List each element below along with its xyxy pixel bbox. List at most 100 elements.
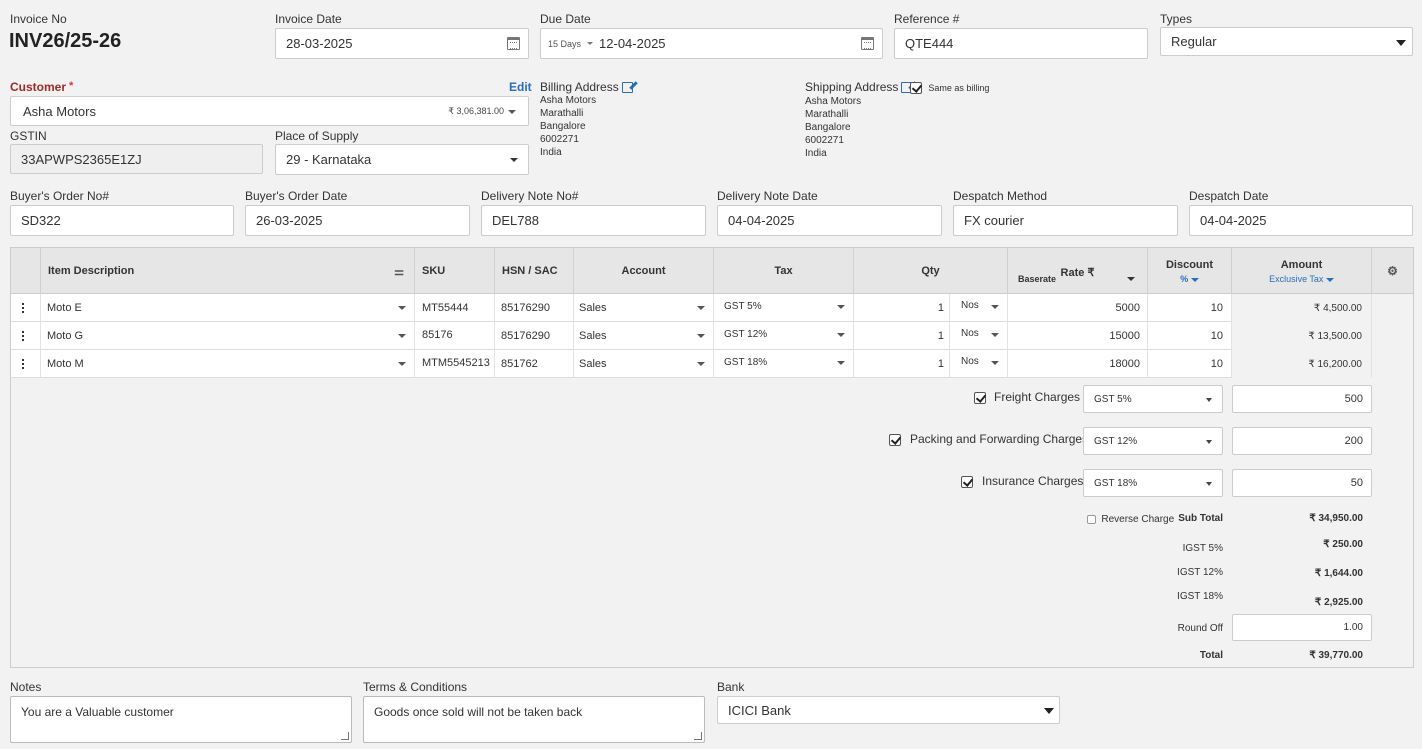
shipping-address: Asha Motors Marathalli Bangalore 6002271… [805, 96, 862, 159]
tax-select[interactable]: GST 5% [714, 294, 854, 322]
tax-select[interactable]: GST 12% [714, 322, 854, 350]
col-sku: SKU [415, 248, 495, 294]
qty-input[interactable]: 1 [854, 294, 950, 322]
gstin-label: GSTIN [10, 129, 47, 143]
discount-input[interactable]: 10 [1148, 350, 1232, 378]
unit-select[interactable]: Nos [950, 350, 1008, 378]
due-date-input[interactable]: 15 Days 12-04-2025 [540, 28, 883, 59]
buyers-order-date-input[interactable]: 26-03-2025 [245, 205, 470, 236]
amount-tax-select[interactable]: Exclusive Tax [1269, 274, 1334, 284]
freight-charges-checkbox[interactable] [974, 390, 986, 404]
igst18-label: IGST 18% [1177, 591, 1223, 602]
despatch-method-label: Despatch Method [953, 189, 1048, 203]
round-off-label: Round Off [1177, 623, 1223, 634]
sku-cell[interactable]: 85176 [415, 322, 495, 350]
subtotal-label: Sub Total [1178, 513, 1223, 524]
unit-select[interactable]: Nos [950, 294, 1008, 322]
gear-icon[interactable]: ⚙ [1387, 264, 1398, 278]
item-select[interactable]: Moto M [41, 350, 415, 378]
total-label: Total [1199, 650, 1223, 661]
chevron-down-icon [508, 110, 516, 114]
edit-icon[interactable] [621, 82, 633, 94]
row-menu[interactable] [11, 350, 41, 378]
insurance-amount-input[interactable]: 50 [1232, 469, 1372, 497]
delivery-note-date-input[interactable]: 04-04-2025 [717, 205, 942, 236]
invoice-no-label: Invoice No [10, 12, 67, 26]
reference-label: Reference # [894, 12, 960, 26]
row-menu[interactable] [11, 294, 41, 322]
despatch-date-input[interactable]: 04-04-2025 [1189, 205, 1413, 236]
chevron-down-icon [837, 361, 845, 365]
item-select[interactable]: Moto G [41, 322, 415, 350]
bank-label: Bank [717, 680, 745, 694]
chevron-down-icon [398, 362, 406, 366]
account-select[interactable]: Sales [574, 294, 714, 322]
chevron-down-icon [1190, 277, 1199, 282]
tax-select[interactable]: GST 18% [714, 350, 854, 378]
reference-input[interactable]: QTE444 [894, 28, 1148, 59]
calendar-icon[interactable] [507, 37, 520, 50]
igst18-value: ₹ 2,925.00 [1314, 597, 1363, 608]
column-settings[interactable]: ⚙ [1372, 248, 1413, 294]
hsn-cell[interactable]: 851762 [495, 350, 574, 378]
despatch-method-input[interactable]: FX courier [953, 205, 1178, 236]
amount-cell: ₹ 13,500.00 [1232, 322, 1372, 350]
invoice-date-input[interactable]: 28-03-2025 [275, 28, 529, 59]
rate-input[interactable]: 15000 [1008, 322, 1148, 350]
item-select[interactable]: Moto E [41, 294, 415, 322]
hsn-cell[interactable]: 85176290 [495, 322, 574, 350]
reverse-charge-checkbox[interactable] [1087, 515, 1096, 525]
delivery-note-no-input[interactable]: DEL788 [481, 205, 706, 236]
resize-handle-icon[interactable] [694, 732, 702, 740]
discount-type-select[interactable]: % [1180, 274, 1199, 284]
sku-cell[interactable]: MTM5545213 [415, 350, 495, 378]
qty-input[interactable]: 1 [854, 322, 950, 350]
chevron-down-icon [991, 333, 999, 337]
customer-label: Customer * [10, 80, 74, 94]
total-value: ₹ 39,770.00 [1309, 650, 1363, 661]
freight-tax-select[interactable]: GST 5% [1083, 385, 1223, 413]
row-menu[interactable] [11, 322, 41, 350]
col-amount: Amount Exclusive Tax [1232, 248, 1372, 294]
terms-textarea[interactable]: Goods once sold will not be taken back [363, 696, 705, 743]
customer-select[interactable]: Asha Motors ₹ 3,06,381.00 [10, 96, 529, 126]
packing-tax-select[interactable]: GST 12% [1083, 427, 1223, 455]
rate-basis-select[interactable]: Baserate [1018, 274, 1056, 284]
account-select[interactable]: Sales [574, 350, 714, 378]
invoice-no-value: INV26/25-26 [9, 30, 122, 52]
billing-address-label: Billing Address [540, 80, 633, 94]
buyers-order-no-input[interactable]: SD322 [10, 205, 234, 236]
round-off-input[interactable]: 1.00 [1232, 614, 1372, 641]
resize-handle-icon[interactable] [341, 732, 349, 740]
qty-input[interactable]: 1 [854, 350, 950, 378]
rate-input[interactable]: 18000 [1008, 350, 1148, 378]
place-of-supply-select[interactable]: 29 - Karnataka [275, 144, 529, 175]
discount-input[interactable]: 10 [1148, 294, 1232, 322]
insurance-tax-select[interactable]: GST 18% [1083, 469, 1223, 497]
rate-input[interactable]: 5000 [1008, 294, 1148, 322]
kebab-icon [22, 303, 24, 313]
types-select[interactable]: Regular [1160, 27, 1413, 56]
insurance-charges-checkbox[interactable] [961, 474, 973, 488]
delivery-note-date-label: Delivery Note Date [717, 189, 818, 203]
customer-edit-link[interactable]: Edit [509, 80, 532, 94]
igst5-label: IGST 5% [1182, 543, 1223, 554]
bank-select[interactable]: ICICI Bank [717, 696, 1060, 724]
unit-select[interactable]: Nos [950, 322, 1008, 350]
calendar-icon[interactable] [861, 37, 874, 50]
freight-amount-input[interactable]: 500 [1232, 385, 1372, 413]
same-as-billing[interactable]: Same as billing [910, 80, 989, 94]
account-select[interactable]: Sales [574, 322, 714, 350]
due-terms-select[interactable]: 15 Days [548, 39, 581, 49]
chevron-down-icon [837, 305, 845, 309]
packing-charges-checkbox[interactable] [889, 432, 901, 446]
notes-textarea[interactable]: You are a Valuable customer [10, 696, 352, 743]
packing-amount-input[interactable]: 200 [1232, 427, 1372, 455]
discount-input[interactable]: 10 [1148, 322, 1232, 350]
same-as-billing-checkbox[interactable] [910, 81, 922, 94]
sku-cell[interactable]: MT55444 [415, 294, 495, 322]
chevron-down-icon [1044, 708, 1054, 714]
hsn-cell[interactable]: 85176290 [495, 294, 574, 322]
sliders-icon[interactable]: ⚌ [394, 265, 404, 278]
gstin-input[interactable]: 33APWPS2365E1ZJ [10, 144, 263, 174]
